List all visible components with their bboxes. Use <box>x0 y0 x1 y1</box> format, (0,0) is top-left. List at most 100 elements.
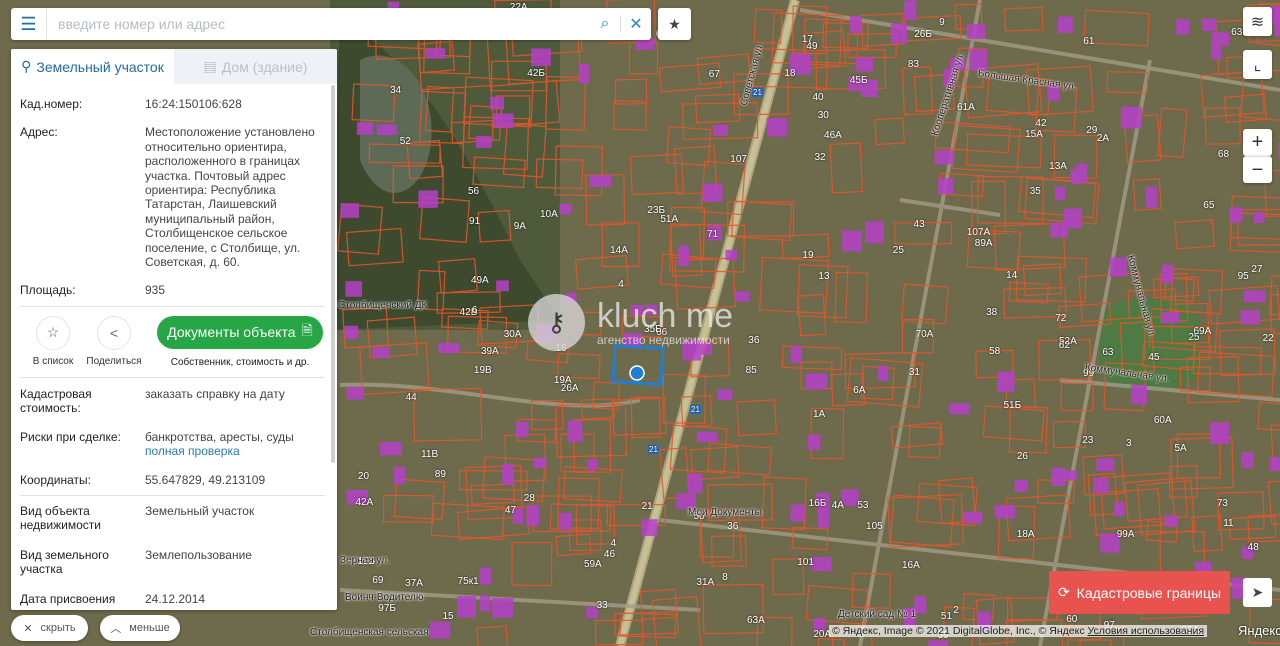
building[interactable] <box>1114 502 1125 517</box>
building[interactable] <box>855 57 874 72</box>
building[interactable] <box>966 24 986 39</box>
building[interactable] <box>346 386 364 400</box>
building[interactable] <box>438 343 460 354</box>
building[interactable] <box>805 373 827 390</box>
building[interactable] <box>502 464 514 485</box>
building[interactable] <box>1176 19 1190 35</box>
building[interactable] <box>842 230 862 252</box>
building[interactable] <box>1229 207 1243 223</box>
search-input[interactable] <box>47 9 590 39</box>
building[interactable] <box>418 190 438 208</box>
building[interactable] <box>496 280 509 292</box>
poi-label[interactable]: Столбищенская сельская <box>310 627 429 638</box>
building[interactable] <box>997 371 1015 392</box>
poi-label[interactable]: Мои Документы <box>688 507 762 518</box>
building[interactable] <box>949 403 970 415</box>
building[interactable] <box>479 595 491 612</box>
building[interactable] <box>850 15 862 34</box>
building[interactable] <box>475 136 492 148</box>
full-check-link[interactable]: полная проверка <box>145 444 325 458</box>
geolocation-button[interactable]: ➤ <box>1243 578 1272 607</box>
search-icon[interactable]: ⌕ <box>590 15 620 33</box>
building[interactable] <box>345 281 363 297</box>
zoom-out-button[interactable]: − <box>1243 156 1272 183</box>
building[interactable] <box>393 466 406 485</box>
building[interactable] <box>938 178 954 195</box>
building[interactable] <box>678 245 690 267</box>
terms-link[interactable]: Условия использования <box>1088 625 1205 637</box>
measure-button[interactable]: ⌞ <box>1243 50 1272 79</box>
building[interactable] <box>479 567 492 585</box>
building[interactable] <box>493 113 514 128</box>
building[interactable] <box>1131 385 1147 405</box>
layers-button[interactable]: ≋ <box>1243 7 1272 36</box>
building[interactable] <box>1096 458 1115 472</box>
share-button[interactable]: < Поделиться <box>81 315 147 367</box>
building[interactable] <box>1109 257 1127 277</box>
building[interactable] <box>725 249 738 261</box>
building[interactable] <box>1202 18 1217 32</box>
building[interactable] <box>1164 515 1179 527</box>
building[interactable] <box>425 48 446 59</box>
building[interactable] <box>1092 477 1109 494</box>
building[interactable] <box>1243 290 1266 303</box>
building[interactable] <box>702 183 723 202</box>
building[interactable] <box>1014 479 1028 492</box>
building[interactable] <box>567 420 583 442</box>
building[interactable] <box>790 345 803 363</box>
favorites-button[interactable]: ★ <box>658 8 691 40</box>
building[interactable] <box>1063 208 1083 229</box>
building[interactable] <box>533 457 547 469</box>
documents-button[interactable]: Документы объекта 🗎 <box>157 315 323 349</box>
building[interactable] <box>1145 187 1157 208</box>
building[interactable] <box>766 118 787 137</box>
scrollbar[interactable] <box>331 85 335 463</box>
tab-land-plot[interactable]: ⚲ Земельный участок <box>11 49 174 84</box>
cad-number-value[interactable]: 16:24:150106:628 <box>145 97 325 111</box>
order-certificate-link[interactable]: заказать справку на дату <box>145 387 325 416</box>
building[interactable] <box>1161 311 1180 324</box>
building[interactable] <box>340 203 359 218</box>
building[interactable] <box>1269 456 1280 472</box>
building[interactable] <box>376 124 397 136</box>
menu-icon[interactable]: ☰ <box>11 8 47 40</box>
building[interactable] <box>380 441 403 456</box>
building[interactable] <box>492 597 514 618</box>
building[interactable] <box>356 122 373 135</box>
clear-icon[interactable]: ✕ <box>621 14 651 34</box>
building[interactable] <box>589 175 612 188</box>
building[interactable] <box>1051 467 1066 486</box>
building[interactable] <box>1070 169 1082 185</box>
zoom-in-button[interactable]: + <box>1243 129 1272 156</box>
building[interactable] <box>963 511 983 524</box>
collapse-button[interactable]: ︿ меньше <box>100 615 180 641</box>
building[interactable] <box>890 23 908 43</box>
building[interactable] <box>878 366 889 381</box>
building[interactable] <box>904 0 917 21</box>
building[interactable] <box>1120 106 1143 129</box>
building[interactable] <box>1057 16 1073 33</box>
building[interactable] <box>457 595 476 618</box>
poi-label[interactable]: Столбищенский ДК <box>338 300 427 311</box>
add-to-list-button[interactable]: ☆ В список <box>20 315 86 367</box>
building[interactable] <box>696 431 717 443</box>
cadastral-borders-button[interactable]: ⟳ Кадастровые границы <box>1049 571 1230 614</box>
building[interactable] <box>578 64 590 84</box>
building[interactable] <box>1210 422 1230 445</box>
building[interactable] <box>712 124 728 136</box>
building[interactable] <box>1161 264 1174 284</box>
poi-label[interactable]: Детский сад № 1 <box>838 609 916 620</box>
building[interactable] <box>490 96 505 110</box>
building[interactable] <box>641 519 658 537</box>
building[interactable] <box>1241 452 1254 468</box>
building[interactable] <box>372 347 390 358</box>
building[interactable] <box>934 150 954 165</box>
building[interactable] <box>994 505 1016 519</box>
building[interactable] <box>429 621 451 639</box>
building[interactable] <box>734 291 750 302</box>
building[interactable] <box>526 505 540 527</box>
building[interactable] <box>1211 32 1230 46</box>
hide-button[interactable]: ✕ скрыть <box>11 615 88 641</box>
building[interactable] <box>790 504 805 522</box>
building[interactable] <box>817 506 830 528</box>
